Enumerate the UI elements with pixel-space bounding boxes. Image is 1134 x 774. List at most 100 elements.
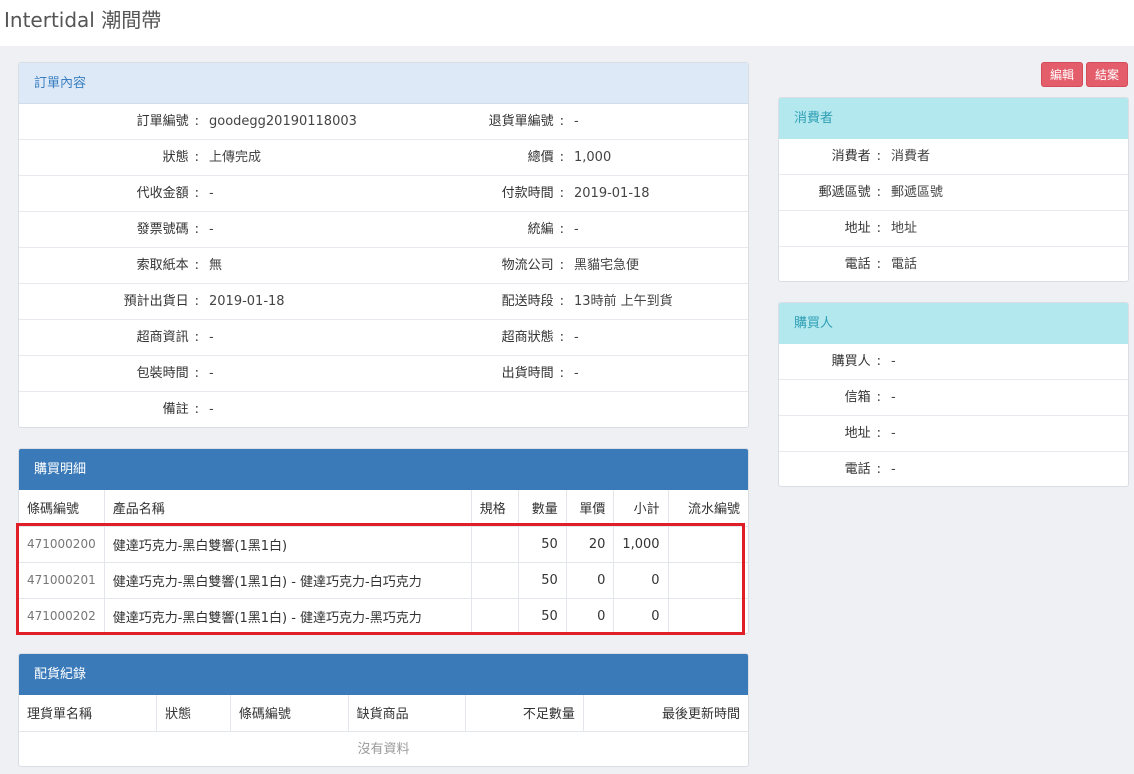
column-header: 條碼編號	[19, 490, 105, 527]
field-colon: :	[876, 462, 881, 477]
field-value: -	[891, 426, 896, 441]
field-label-text: 付款時間	[501, 186, 554, 201]
field-label: 消費者:	[779, 139, 881, 175]
field-label-text: 消費者	[831, 149, 871, 164]
field-label: 代收金額:	[19, 176, 199, 212]
consumer-field-row: 消費者: 消費者	[779, 139, 1128, 175]
field-label: 訂單編號:	[19, 104, 199, 140]
field-value: -	[574, 366, 579, 381]
buyer-panel: 購買人 購買人: - 信箱: - 地址: - 電話: -	[778, 302, 1129, 487]
product-name-cell: 健達巧克力-黑白雙響(1黑1白)	[104, 526, 472, 563]
field-label: 超商狀態:	[384, 320, 564, 356]
order-fields: 訂單編號: goodegg20190118003 退貨單編號: - 狀態: 上傳完成 總價:…	[19, 104, 748, 427]
consumer-field-row: 郵遞區號: 郵遞區號	[779, 175, 1128, 211]
column-header: 理貨單名稱	[19, 695, 158, 732]
field-label-text: 索取紙本	[136, 258, 189, 273]
field-value: 郵遞區號	[891, 185, 944, 200]
field-colon: :	[876, 185, 881, 200]
field-label-text: 超商資訊	[136, 330, 189, 345]
column-header: 缺貨商品	[348, 695, 467, 732]
field-colon: :	[876, 390, 881, 405]
field-label: 狀態:	[19, 140, 199, 176]
field-label-text: 物流公司	[501, 258, 554, 273]
field-value: 無	[209, 258, 223, 273]
column-header: 單價	[566, 490, 615, 527]
table-header-row: 條碼編號 產品名稱 規格 數量 單價 小計 流水編號	[19, 490, 748, 527]
field-label: 電話:	[779, 247, 881, 281]
field-label-text: 退貨單編號	[488, 114, 554, 129]
field-label-text: 預計出貨日	[123, 294, 189, 309]
field-label-text: 地址	[844, 426, 871, 441]
field-value: 電話	[891, 257, 918, 272]
order-field-row: 超商資訊: - 超商狀態: -	[19, 320, 748, 356]
field-label: 預計出貨日:	[19, 284, 199, 320]
table-cell: 1,000	[613, 526, 669, 563]
field-colon: :	[559, 294, 564, 309]
field-label-text: 購買人	[831, 354, 871, 369]
field-label: 購買人:	[779, 344, 881, 380]
barcode-cell: 471000201	[19, 562, 105, 599]
purchase-details-table: 條碼編號 產品名稱 規格 數量 單價 小計 流水編號 471000200 健達巧克力-黑白雙響…	[19, 490, 748, 633]
field-colon: :	[559, 258, 564, 273]
table-cell: 0	[613, 598, 669, 633]
app-title: Intertidal 潮間帶	[4, 8, 162, 32]
table-cell	[471, 526, 520, 563]
top-bar: Intertidal 潮間帶	[0, 0, 1134, 46]
field-value: -	[574, 222, 579, 237]
column-header: 小計	[613, 490, 669, 527]
field-value: -	[209, 222, 214, 237]
purchase-details-panel: 購買明細 條碼編號 產品名稱 規格 數量 單價 小計 流水編號 471000200 健達巧克力…	[18, 448, 749, 634]
field-label: 付款時間:	[384, 176, 564, 212]
field-label-text: 電話	[844, 462, 871, 477]
field-colon: :	[194, 258, 199, 273]
field-colon: :	[194, 294, 199, 309]
empty-message: 沒有資料	[357, 741, 410, 757]
field-colon: :	[876, 221, 881, 236]
order-content-title: 訂單內容	[19, 63, 748, 104]
field-label: 地址:	[779, 416, 881, 452]
buyer-fields: 購買人: - 信箱: - 地址: - 電話: -	[779, 344, 1128, 486]
column-header: 數量	[518, 490, 567, 527]
field-label-text: 出貨時間	[501, 366, 554, 381]
field-label-text: 包裝時間	[136, 366, 189, 381]
barcode-cell: 471000202	[19, 598, 105, 633]
order-field-row: 包裝時間: - 出貨時間: -	[19, 356, 748, 392]
field-value: 地址	[891, 221, 918, 236]
field-label: 退貨單編號:	[384, 104, 564, 140]
field-value: 消費者	[891, 149, 931, 164]
consumer-field-row: 電話: 電話	[779, 247, 1128, 281]
field-value: -	[574, 114, 579, 129]
field-colon: :	[559, 366, 564, 381]
field-colon: :	[559, 330, 564, 345]
field-value: 上傳完成	[209, 150, 262, 165]
field-colon: :	[876, 354, 881, 369]
buyer-title: 購買人	[779, 303, 1128, 344]
field-label: 配送時段:	[384, 284, 564, 320]
field-label: 超商資訊:	[19, 320, 199, 356]
field-label-text: 配送時段	[501, 294, 554, 309]
close-order-button[interactable]: 結案	[1086, 62, 1129, 87]
buyer-field-row: 信箱: -	[779, 380, 1128, 416]
field-colon: :	[559, 150, 564, 165]
column-header: 規格	[471, 490, 520, 527]
field-label-text: 總價	[527, 150, 554, 165]
consumer-panel: 消費者 消費者: 消費者 郵遞區號: 郵遞區號 地址: 地址 電話: 電話	[778, 97, 1129, 282]
purchase-details-title: 購買明細	[19, 449, 748, 490]
distribution-record-panel: 配貨紀錄 理貨單名稱 狀態 條碼編號 缺貨商品 不足數量 最後更新時間 沒有資料	[18, 653, 749, 767]
field-value: -	[209, 330, 214, 345]
field-colon: :	[194, 114, 199, 129]
field-value: 黑貓宅急便	[574, 258, 640, 273]
field-value: -	[891, 462, 896, 477]
field-label-text: 發票號碼	[136, 222, 189, 237]
field-value: -	[574, 330, 579, 345]
distribution-table: 理貨單名稱 狀態 條碼編號 缺貨商品 不足數量 最後更新時間	[19, 695, 748, 732]
field-colon: :	[559, 114, 564, 129]
edit-button[interactable]: 編輯	[1041, 62, 1084, 87]
table-cell: 50	[518, 598, 567, 633]
field-colon: :	[559, 186, 564, 201]
field-colon: :	[876, 426, 881, 441]
field-label: 物流公司:	[384, 248, 564, 284]
field-label: 發票號碼:	[19, 212, 199, 248]
table-cell: 50	[518, 562, 567, 599]
field-label-text: 訂單編號	[136, 114, 189, 129]
